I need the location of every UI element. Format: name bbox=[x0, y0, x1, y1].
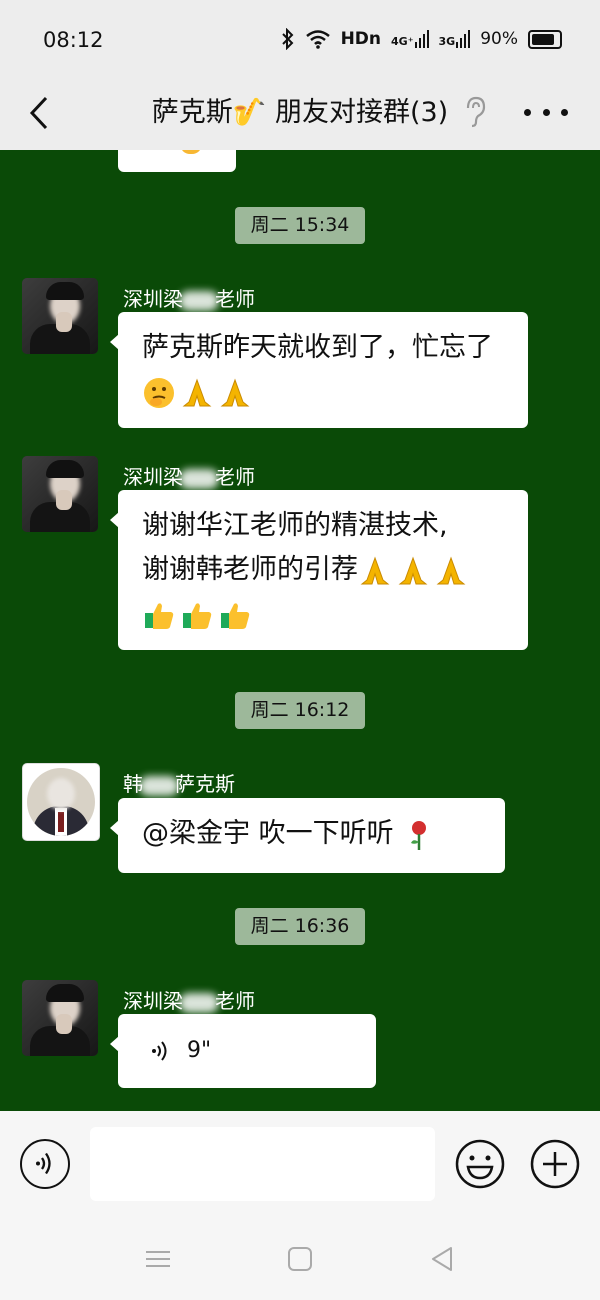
chat-title: 萨克斯🎷 朋友对接群(3) bbox=[151, 97, 449, 128]
voice-icon bbox=[36, 1152, 51, 1175]
hd-label: HDn bbox=[340, 29, 382, 49]
voice-input-toggle[interactable] bbox=[20, 1139, 70, 1189]
timestamp: 周二 16:12 bbox=[235, 692, 365, 729]
avatar[interactable] bbox=[22, 980, 98, 1056]
previous-message-bubble[interactable] bbox=[118, 150, 236, 172]
voice-message-bubble[interactable]: 9" bbox=[110, 1014, 376, 1088]
more-functions-button[interactable] bbox=[530, 1139, 580, 1189]
voice-wave-icon bbox=[152, 1041, 167, 1061]
wifi-icon bbox=[305, 30, 330, 49]
timestamp: 周二 15:34 bbox=[235, 207, 365, 244]
earpiece-mode-icon bbox=[466, 96, 486, 128]
thumbs-up-icon bbox=[145, 602, 174, 629]
input-bar bbox=[0, 1111, 600, 1216]
battery-percent: 90% bbox=[480, 29, 518, 49]
sender-name: 深圳梁 老师 bbox=[123, 287, 255, 311]
menu-nav-button[interactable] bbox=[143, 1244, 173, 1274]
sender-name: 深圳梁 老师 bbox=[123, 989, 255, 1013]
signal-3g-icon: 3G bbox=[439, 30, 471, 48]
system-nav-bar bbox=[0, 1216, 600, 1300]
avatar[interactable] bbox=[22, 763, 100, 841]
emoji-button[interactable] bbox=[455, 1139, 505, 1189]
message-text: 萨克斯昨天就收到了，忙忘了 bbox=[142, 332, 493, 363]
folded-hands-icon bbox=[436, 556, 466, 584]
more-options-button[interactable] bbox=[524, 94, 568, 130]
voice-duration: 9" bbox=[187, 1038, 212, 1063]
message-bubble[interactable]: 谢谢华江老师的精湛技术, 谢谢韩老师的引荐 bbox=[110, 490, 528, 650]
message-bubble[interactable]: @梁金宇 吹一下听听 bbox=[110, 798, 505, 873]
status-bar: 08:12 HDn 4G⁺ 3G 90% bbox=[0, 0, 600, 80]
status-time: 08:12 bbox=[43, 28, 104, 52]
back-nav-button[interactable] bbox=[427, 1244, 457, 1274]
signal-4g-icon: 4G⁺ bbox=[391, 30, 429, 48]
folded-hands-icon bbox=[360, 556, 390, 584]
message-bubble[interactable]: 萨克斯昨天就收到了，忙忘了 bbox=[110, 312, 528, 428]
status-icons: HDn 4G⁺ 3G 90% bbox=[281, 28, 562, 50]
message-text-line: 谢谢韩老师的引荐 bbox=[142, 548, 506, 592]
timestamp: 周二 16:36 bbox=[235, 908, 365, 945]
sender-name: 深圳梁 老师 bbox=[123, 465, 255, 489]
message-text: @梁金宇 吹一下听听 bbox=[142, 818, 394, 849]
chat-area[interactable]: 周二 15:34 深圳梁 老师 萨克斯昨天就收到了，忙忘了 深圳梁 老师 谢谢华江老… bbox=[0, 150, 600, 1111]
chat-header: 萨克斯🎷 朋友对接群(3) bbox=[0, 80, 600, 150]
message-input[interactable] bbox=[90, 1127, 435, 1201]
message-text-line: 谢谢华江老师的精湛技术, bbox=[142, 510, 448, 541]
thumbs-up-icon bbox=[221, 602, 250, 629]
rose-icon bbox=[411, 820, 427, 850]
folded-hands-icon bbox=[220, 378, 250, 406]
sender-name: 韩萨克斯 bbox=[123, 772, 235, 796]
emoji-group bbox=[142, 376, 252, 410]
bluetooth-icon bbox=[281, 28, 293, 50]
thinking-face-icon bbox=[144, 377, 174, 408]
emoji-group bbox=[358, 554, 468, 588]
partial-emoji-icon bbox=[180, 150, 202, 154]
battery-icon bbox=[528, 29, 562, 49]
thumbs-up-icon bbox=[183, 602, 212, 629]
folded-hands-icon bbox=[398, 556, 428, 584]
network-3g-label: 3G bbox=[438, 35, 456, 48]
home-nav-button[interactable] bbox=[285, 1244, 315, 1274]
avatar[interactable] bbox=[22, 278, 98, 354]
avatar[interactable] bbox=[22, 456, 98, 532]
emoji-group bbox=[142, 598, 252, 632]
folded-hands-icon bbox=[182, 378, 212, 406]
network-4g-label: 4G⁺ bbox=[391, 35, 414, 48]
